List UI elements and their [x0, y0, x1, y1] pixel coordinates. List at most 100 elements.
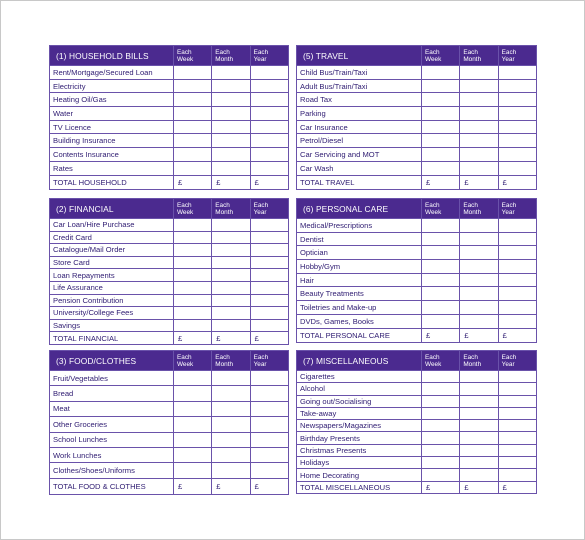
- amount-cell-each-month[interactable]: [459, 443, 499, 458]
- amount-cell-each-year[interactable]: [249, 280, 289, 295]
- amount-cell-each-month[interactable]: [459, 286, 499, 302]
- total-cell-each-year[interactable]: £: [497, 480, 538, 495]
- amount-cell-each-year[interactable]: [249, 306, 289, 320]
- amount-cell-each-year[interactable]: [249, 243, 289, 257]
- amount-cell-each-week[interactable]: [172, 160, 213, 176]
- amount-cell-each-month[interactable]: [211, 400, 251, 418]
- amount-cell-each-week[interactable]: [172, 400, 213, 418]
- amount-cell-each-month[interactable]: [211, 462, 251, 479]
- total-cell-each-month[interactable]: £: [211, 477, 251, 495]
- amount-cell-each-month[interactable]: [211, 160, 251, 176]
- amount-cell-each-month[interactable]: [459, 106, 499, 121]
- amount-cell-each-week[interactable]: [421, 456, 461, 470]
- amount-cell-each-week[interactable]: [172, 318, 213, 333]
- amount-cell-each-year[interactable]: [497, 313, 538, 329]
- amount-cell-each-week[interactable]: [421, 443, 461, 458]
- amount-cell-each-month[interactable]: [459, 456, 499, 470]
- amount-cell-each-week[interactable]: [172, 462, 213, 479]
- amount-cell-each-week[interactable]: [172, 255, 213, 270]
- total-cell-each-month[interactable]: £: [211, 331, 251, 346]
- amount-cell-each-year[interactable]: [249, 446, 289, 464]
- amount-cell-each-month[interactable]: [459, 92, 499, 108]
- amount-cell-each-month[interactable]: [211, 92, 251, 108]
- amount-cell-each-year[interactable]: [249, 65, 289, 80]
- amount-cell-each-year[interactable]: [249, 230, 289, 245]
- amount-cell-each-month[interactable]: [459, 231, 499, 247]
- amount-cell-each-week[interactable]: [172, 446, 213, 464]
- amount-cell-each-year[interactable]: [249, 385, 289, 402]
- amount-cell-each-week[interactable]: [172, 243, 213, 257]
- amount-cell-each-year[interactable]: [249, 400, 289, 418]
- amount-cell-each-year[interactable]: [497, 78, 538, 94]
- amount-cell-each-month[interactable]: [459, 65, 499, 80]
- amount-cell-each-year[interactable]: [249, 78, 289, 94]
- amount-cell-each-month[interactable]: [459, 468, 499, 482]
- amount-cell-each-week[interactable]: [172, 306, 213, 320]
- amount-cell-each-year[interactable]: [497, 218, 538, 233]
- amount-cell-each-week[interactable]: [421, 382, 461, 396]
- amount-cell-each-week[interactable]: [172, 92, 213, 108]
- amount-cell-each-year[interactable]: [497, 160, 538, 176]
- amount-cell-each-month[interactable]: [459, 147, 499, 162]
- amount-cell-each-week[interactable]: [172, 416, 213, 433]
- amount-cell-each-year[interactable]: [497, 443, 538, 458]
- amount-cell-each-week[interactable]: [172, 218, 213, 232]
- amount-cell-each-year[interactable]: [497, 272, 538, 288]
- total-cell-each-month[interactable]: £: [211, 174, 251, 190]
- amount-cell-each-month[interactable]: [459, 218, 499, 233]
- amount-cell-each-month[interactable]: [211, 369, 251, 387]
- amount-cell-each-year[interactable]: [497, 419, 538, 433]
- amount-cell-each-month[interactable]: [211, 230, 251, 245]
- amount-cell-each-year[interactable]: [249, 293, 289, 308]
- amount-cell-each-week[interactable]: [172, 65, 213, 80]
- amount-cell-each-week[interactable]: [172, 369, 213, 387]
- total-cell-each-week[interactable]: £: [172, 477, 213, 495]
- amount-cell-each-year[interactable]: [497, 286, 538, 302]
- amount-cell-each-year[interactable]: [497, 259, 538, 274]
- total-cell-each-year[interactable]: £: [249, 174, 289, 190]
- total-cell-each-year[interactable]: £: [497, 327, 538, 343]
- amount-cell-each-year[interactable]: [497, 231, 538, 247]
- amount-cell-each-month[interactable]: [459, 431, 499, 445]
- total-cell-each-year[interactable]: £: [249, 477, 289, 495]
- amount-cell-each-month[interactable]: [459, 394, 499, 408]
- amount-cell-each-month[interactable]: [211, 385, 251, 402]
- amount-cell-each-year[interactable]: [497, 394, 538, 408]
- amount-cell-each-month[interactable]: [211, 147, 251, 162]
- amount-cell-each-month[interactable]: [459, 272, 499, 288]
- amount-cell-each-year[interactable]: [249, 255, 289, 270]
- amount-cell-each-month[interactable]: [211, 78, 251, 94]
- amount-cell-each-week[interactable]: [172, 268, 213, 282]
- amount-cell-each-month[interactable]: [459, 406, 499, 421]
- amount-cell-each-week[interactable]: [421, 259, 461, 274]
- amount-cell-each-year[interactable]: [497, 147, 538, 162]
- amount-cell-each-week[interactable]: [421, 313, 461, 329]
- amount-cell-each-week[interactable]: [172, 106, 213, 121]
- amount-cell-each-year[interactable]: [497, 431, 538, 445]
- amount-cell-each-year[interactable]: [249, 431, 289, 448]
- amount-cell-each-month[interactable]: [459, 300, 499, 315]
- amount-cell-each-year[interactable]: [249, 268, 289, 282]
- amount-cell-each-month[interactable]: [459, 369, 499, 384]
- amount-cell-each-month[interactable]: [459, 313, 499, 329]
- amount-cell-each-year[interactable]: [497, 65, 538, 80]
- amount-cell-each-month[interactable]: [459, 78, 499, 94]
- amount-cell-each-year[interactable]: [249, 106, 289, 121]
- amount-cell-each-week[interactable]: [421, 147, 461, 162]
- amount-cell-each-month[interactable]: [211, 431, 251, 448]
- amount-cell-each-week[interactable]: [421, 272, 461, 288]
- amount-cell-each-week[interactable]: [421, 78, 461, 94]
- amount-cell-each-month[interactable]: [211, 106, 251, 121]
- amount-cell-each-week[interactable]: [172, 147, 213, 162]
- total-cell-each-week[interactable]: £: [421, 174, 461, 190]
- total-cell-each-week[interactable]: £: [172, 331, 213, 346]
- amount-cell-each-year[interactable]: [249, 119, 289, 135]
- amount-cell-each-year[interactable]: [497, 456, 538, 470]
- amount-cell-each-week[interactable]: [421, 92, 461, 108]
- amount-cell-each-week[interactable]: [421, 419, 461, 433]
- amount-cell-each-month[interactable]: [211, 119, 251, 135]
- amount-cell-each-week[interactable]: [421, 394, 461, 408]
- amount-cell-each-week[interactable]: [172, 230, 213, 245]
- amount-cell-each-week[interactable]: [421, 106, 461, 121]
- amount-cell-each-year[interactable]: [249, 318, 289, 333]
